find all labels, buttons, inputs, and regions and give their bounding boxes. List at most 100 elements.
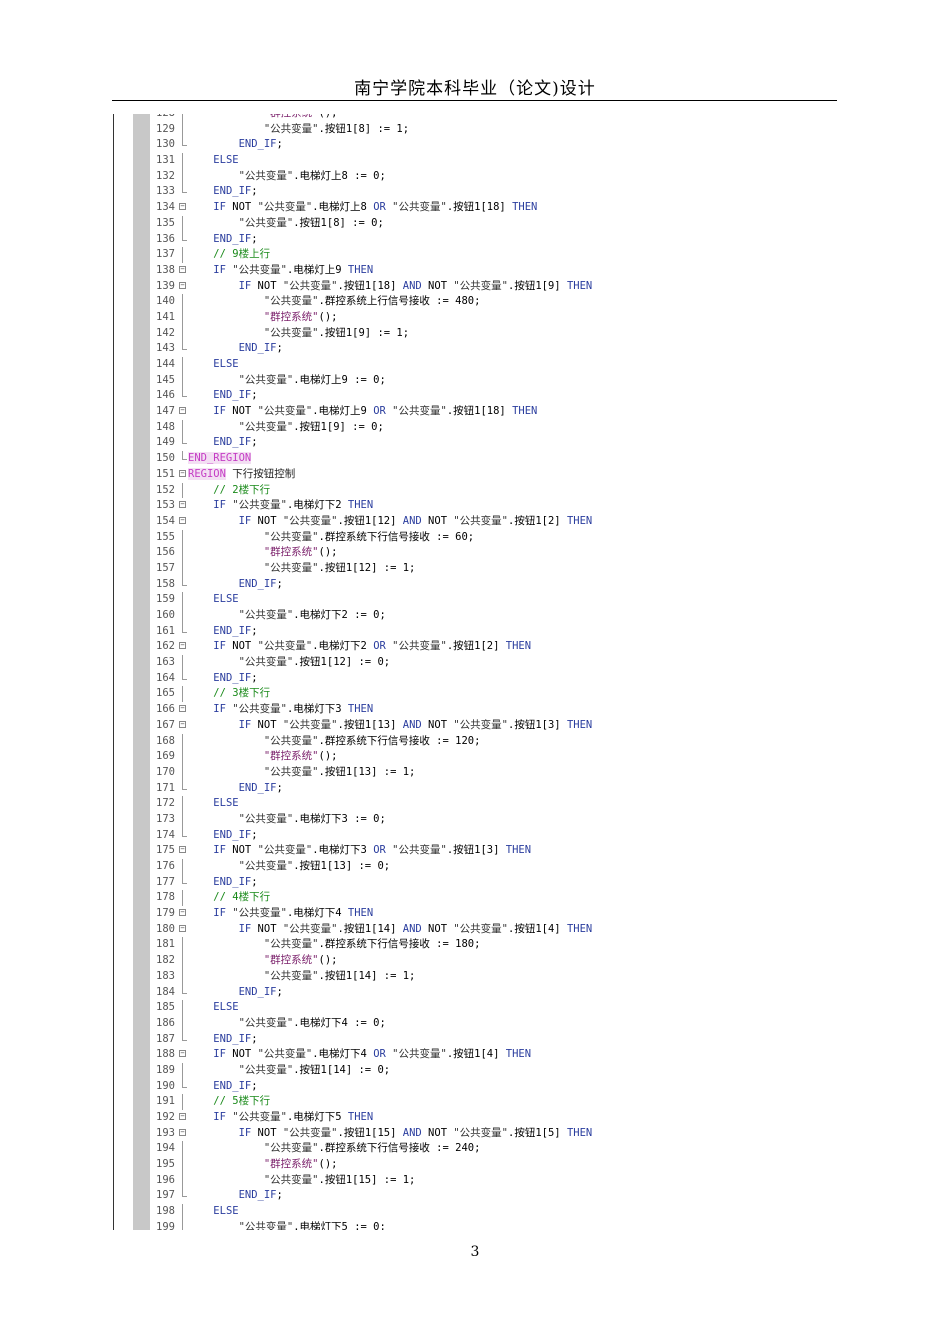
line-number: 195 (156, 1158, 175, 1171)
code-text: "公共变量".按钮1[12] := 1; (263, 561, 416, 574)
line-number: 132 (156, 169, 175, 182)
code-line: 142 "公共变量".按钮1[9] := 1; (113, 325, 843, 342)
code-text: END_IF; (238, 342, 283, 355)
line-number: 165 (156, 687, 175, 700)
line-number: 199 (156, 1220, 175, 1230)
fold-guide-line (182, 1141, 183, 1158)
line-number: 181 (156, 938, 175, 951)
line-number: 157 (156, 561, 175, 574)
code-line: 140 "公共变量".群控系统上行信号接收 := 480; (113, 294, 843, 310)
code-line: 196 "公共变量".按钮1[15] := 1; (113, 1172, 843, 1189)
fold-end-marker (182, 388, 187, 398)
line-number: 191 (156, 1095, 175, 1108)
fold-toggle-icon[interactable]: − (179, 705, 186, 713)
code-line: 176 "公共变量".按钮1[13] := 0; (113, 859, 843, 875)
fold-toggle-icon[interactable]: − (179, 501, 186, 509)
code-text: "公共变量".电梯灯下2 := 0; (238, 609, 386, 621)
fold-end-marker (182, 341, 187, 351)
code-line: 152 // 2楼下行 (113, 482, 843, 499)
fold-toggle-icon[interactable]: − (179, 516, 186, 524)
line-number: 194 (156, 1142, 175, 1155)
code-line: 154− IF NOT "公共变量".按钮1[12] AND NOT "公共变量… (113, 514, 843, 530)
code-text: "公共变量".电梯灯下4 := 0; (238, 1016, 386, 1029)
fold-guide-line (182, 811, 183, 828)
line-number: 166 (156, 703, 175, 716)
fold-guide-line (182, 215, 183, 232)
code-line: 194 "公共变量".群控系统下行信号接收 := 240; (113, 1141, 843, 1158)
code-lines: 128 "群控系统"();129 "公共变量".按钮1[8] := 1;130 … (113, 114, 843, 1230)
fold-toggle-icon[interactable]: − (179, 1113, 186, 1120)
code-text: END_IF; (213, 875, 258, 888)
code-text: "公共变量".按钮1[14] := 1; (263, 969, 416, 982)
code-line: 169 "群控系统"(); (113, 749, 843, 765)
fold-toggle-icon[interactable]: − (179, 469, 186, 477)
code-text: "公共变量".电梯灯下3 := 0; (238, 812, 386, 825)
line-number: 173 (156, 812, 175, 825)
code-text: IF NOT "公共变量".电梯灯下2 OR "公共变量".按钮1[2] THE… (213, 640, 532, 653)
fold-guide-line (182, 968, 183, 985)
code-text: "公共变量".按钮1[13] := 1; (263, 765, 416, 778)
code-line: 165 // 3楼下行 (113, 686, 843, 703)
code-line: 195 "群控系统"(); (113, 1157, 843, 1173)
line-number: 186 (156, 1016, 175, 1029)
code-text: IF NOT "公共变量".按钮1[12] AND NOT "公共变量".按钮1… (238, 514, 593, 527)
fold-guide-line (182, 1000, 183, 1016)
fold-guide-line (182, 1062, 183, 1079)
code-text: IF "公共变量".电梯灯下3 THEN (213, 703, 374, 716)
fold-toggle-icon[interactable]: − (179, 720, 186, 728)
fold-toggle-icon[interactable]: − (179, 407, 186, 415)
fold-guide-line (182, 749, 183, 765)
code-text: "公共变量".按钮1[13] := 0; (238, 860, 391, 872)
code-line: 148 "公共变量".按钮1[9] := 0; (113, 419, 843, 436)
code-line: 186 "公共变量".电梯灯下4 := 0; (113, 1015, 843, 1032)
code-line: 133 END_IF; (113, 184, 843, 200)
fold-guide-line (182, 372, 183, 389)
code-line: 144 ELSE (113, 357, 843, 373)
fold-end-marker (182, 576, 187, 586)
code-line: 191 // 5楼下行 (113, 1094, 843, 1110)
fold-toggle-icon[interactable]: − (179, 642, 186, 650)
fold-toggle-icon[interactable]: − (179, 265, 186, 273)
fold-guide-line (182, 1015, 183, 1032)
fold-toggle-icon[interactable]: − (179, 203, 186, 211)
fold-end-marker (182, 984, 187, 994)
fold-end-marker (182, 137, 187, 147)
line-number: 131 (156, 154, 175, 167)
line-number: 136 (156, 232, 175, 245)
code-text: END_IF; (213, 185, 258, 198)
fold-guide-line (182, 247, 183, 263)
line-number: 184 (156, 985, 175, 998)
code-line: 136 END_IF; (113, 231, 843, 248)
line-number: 161 (156, 624, 175, 637)
fold-end-marker (182, 623, 187, 633)
line-number: 178 (156, 891, 175, 904)
fold-end-marker (182, 670, 187, 680)
fold-guide-line (182, 592, 183, 608)
code-text: "群控系统"(); (188, 114, 338, 122)
fold-toggle-icon[interactable]: − (179, 846, 186, 854)
fold-guide-line (182, 482, 183, 499)
code-text: "公共变量".按钮1[8] := 0; (238, 216, 384, 229)
code-line: 145 "公共变量".电梯灯上9 := 0; (113, 372, 843, 389)
code-text: "公共变量".群控系统下行信号接收 := 240; (263, 1142, 481, 1155)
fold-toggle-icon[interactable]: − (179, 281, 186, 289)
fold-toggle-icon[interactable]: − (179, 924, 186, 932)
fold-guide-line (182, 560, 183, 577)
code-text: IF NOT "公共变量".电梯灯上8 OR "公共变量".按钮1[18] TH… (213, 201, 538, 214)
code-line: 129 "公共变量".按钮1[8] := 1; (113, 121, 843, 138)
fold-end-marker (182, 874, 187, 884)
line-number: 135 (156, 216, 175, 229)
line-number: 177 (156, 875, 175, 888)
fold-toggle-icon[interactable]: − (179, 1128, 186, 1136)
line-number: 130 (156, 138, 175, 151)
code-line: 180− IF NOT "公共变量".按钮1[14] AND NOT "公共变量… (113, 922, 843, 938)
line-number: 151 (156, 467, 175, 480)
fold-guide-line (182, 309, 183, 326)
code-text: END_IF; (213, 436, 258, 449)
fold-toggle-icon[interactable]: − (179, 1050, 186, 1058)
fold-toggle-icon[interactable]: − (179, 909, 186, 917)
code-line: 185 ELSE (113, 1000, 843, 1016)
code-line: 139− IF NOT "公共变量".按钮1[18] AND NOT "公共变量… (113, 279, 843, 295)
line-number: 196 (156, 1173, 175, 1186)
code-line: 175− IF NOT "公共变量".电梯灯下3 OR "公共变量".按钮1[3… (113, 843, 843, 859)
